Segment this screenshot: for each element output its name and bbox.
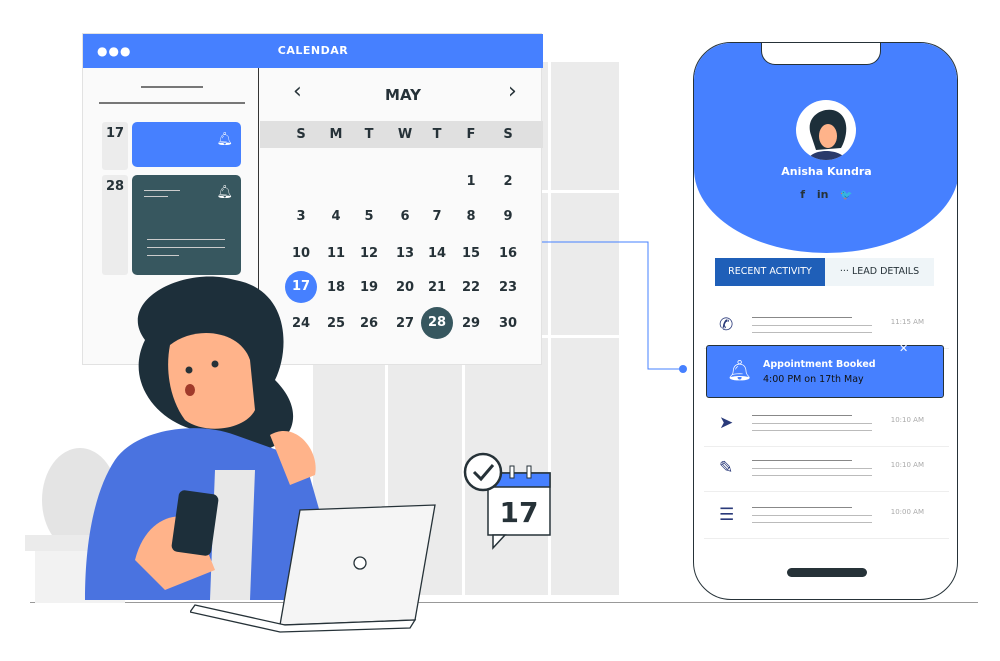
activity-row[interactable]: ➤ 10:10 AM xyxy=(704,403,949,447)
bell-icon: 🔔︎ xyxy=(727,358,753,382)
phone-notch xyxy=(761,43,881,65)
badge-day: 17 xyxy=(499,496,539,529)
avatar[interactable] xyxy=(796,100,856,160)
document-icon: ☰ xyxy=(719,505,735,525)
activity-time: 10:10 AM xyxy=(890,416,924,424)
date-cell[interactable]: 30 xyxy=(493,316,523,331)
twitter-icon[interactable]: 🐦 xyxy=(840,190,852,201)
date-cell[interactable]: 2 xyxy=(493,174,523,189)
weekday-label: W xyxy=(397,127,413,142)
date-cell[interactable]: 14 xyxy=(422,246,452,261)
activity-row[interactable]: ✎ 10:10 AM xyxy=(704,448,949,492)
edit-icon: ✎ xyxy=(719,458,734,478)
date-cell[interactable]: 23 xyxy=(493,280,523,295)
tab-lead-details[interactable]: ··· LEAD DETAILS xyxy=(825,258,934,286)
phone-mockup: Anisha Kundra f in 🐦 RECENT ACTIVITY ···… xyxy=(693,42,958,600)
date-cell[interactable]: 12 xyxy=(354,246,384,261)
date-cell[interactable]: 6 xyxy=(390,209,420,224)
send-icon: ➤ xyxy=(719,413,734,433)
laptop-illustration xyxy=(190,504,436,633)
activity-time: 10:00 AM xyxy=(890,508,924,516)
date-cell[interactable]: 22 xyxy=(456,280,486,295)
notification-subtitle: 4:00 PM on 17th May xyxy=(763,374,864,385)
activity-row[interactable]: ☰ 10:00 AM xyxy=(704,495,949,539)
home-indicator xyxy=(787,568,867,577)
activity-time: 10:10 AM xyxy=(890,461,924,469)
weekday-label: T xyxy=(432,127,442,142)
date-cell[interactable]: 16 xyxy=(493,246,523,261)
date-cell[interactable]: 29 xyxy=(456,316,486,331)
weekday-label: S xyxy=(503,127,513,142)
activity-row[interactable]: ✆ 11:15 AM xyxy=(704,305,949,349)
weekday-label: T xyxy=(364,127,374,142)
notification-toast[interactable]: 🔔︎ Appointment Booked 4:00 PM on 17th Ma… xyxy=(706,342,944,398)
facebook-icon[interactable]: f xyxy=(800,188,805,201)
connector-line xyxy=(542,241,687,373)
date-cell[interactable]: 9 xyxy=(493,209,523,224)
user-name: Anisha Kundra xyxy=(781,165,872,178)
weekday-label: S xyxy=(296,127,306,142)
date-cell[interactable]: 3 xyxy=(286,209,316,224)
social-links: f in 🐦 xyxy=(694,188,957,201)
date-cell[interactable]: 10 xyxy=(286,246,316,261)
date-cell[interactable]: 4 xyxy=(321,209,351,224)
phone-icon: ✆ xyxy=(719,315,734,335)
close-icon[interactable]: ✕ xyxy=(899,342,908,355)
weekday-label: F xyxy=(466,127,476,142)
tab-recent-activity[interactable]: RECENT ACTIVITY xyxy=(715,258,825,286)
date-cell[interactable]: 8 xyxy=(456,209,486,224)
linkedin-icon[interactable]: in xyxy=(817,188,829,201)
notification-title: Appointment Booked xyxy=(763,359,876,370)
date-cell[interactable]: 5 xyxy=(354,209,384,224)
date-cell[interactable]: 7 xyxy=(422,209,452,224)
activity-time: 11:15 AM xyxy=(890,318,924,326)
date-cell[interactable]: 15 xyxy=(456,246,486,261)
weekday-label: M xyxy=(329,127,343,142)
date-cell[interactable]: 1 xyxy=(456,174,486,189)
date-cell[interactable]: 13 xyxy=(390,246,420,261)
date-cell[interactable]: 11 xyxy=(321,246,351,261)
